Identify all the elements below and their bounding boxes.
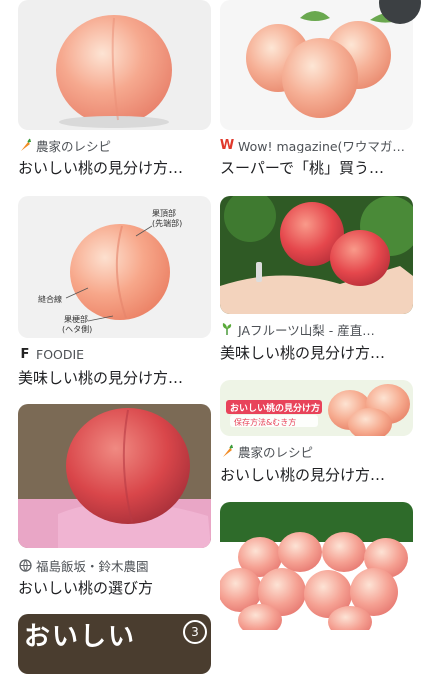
result-image[interactable] bbox=[220, 196, 413, 314]
diagram-label-top: 果頂部 bbox=[152, 208, 176, 218]
result-source[interactable]: 福島飯坂・鈴木農園 bbox=[18, 557, 211, 573]
banner-text-2: 保存方法&むき方 bbox=[234, 417, 296, 427]
foodie-f-icon: F bbox=[20, 346, 30, 362]
result-source-label: Wow! magazine(ワウマガ… bbox=[238, 138, 405, 154]
result-source-label: 農家のレシピ bbox=[36, 138, 112, 154]
result-title[interactable]: スーパーで「桃」買う… bbox=[220, 157, 413, 178]
globe-icon bbox=[18, 558, 32, 572]
diagram-label-bottom: 果梗部 bbox=[64, 314, 88, 324]
result-source-label: JAフルーツ山梨 - 産直… bbox=[238, 322, 375, 338]
wow-w-icon: W bbox=[220, 137, 235, 153]
sprout-icon bbox=[220, 322, 234, 336]
result-source[interactable]: F FOODIE bbox=[18, 346, 211, 362]
result-title[interactable]: おいしい桃の見分け方… bbox=[220, 464, 413, 485]
result-image[interactable] bbox=[220, 0, 413, 130]
diagram-label-top-sub: (先端部) bbox=[152, 218, 182, 228]
result-source[interactable]: JAフルーツ山梨 - 産直… bbox=[220, 321, 413, 337]
result-image[interactable] bbox=[18, 0, 211, 130]
result-image[interactable]: おいしい桃の見分け方 保存方法&むき方 bbox=[220, 380, 413, 436]
result-source[interactable]: W Wow! magazine(ワウマガ… bbox=[220, 137, 413, 154]
result-source[interactable]: 農家のレシピ bbox=[220, 443, 413, 459]
result-source-label: 福島飯坂・鈴木農園 bbox=[36, 558, 149, 574]
image-count-badge: 3 bbox=[183, 620, 207, 644]
result-title[interactable]: 美味しい桃の見分け方… bbox=[18, 367, 211, 388]
result-title[interactable]: 美味しい桃の見分け方… bbox=[220, 342, 413, 363]
banner-text-1: おいしい桃の見分け方 bbox=[230, 402, 320, 414]
result-image-text: おいしい bbox=[24, 622, 137, 652]
result-image[interactable] bbox=[220, 502, 413, 630]
result-title[interactable]: おいしい桃の選び方 bbox=[18, 577, 211, 598]
result-title[interactable]: おいしい桃の見分け方… bbox=[18, 157, 211, 178]
diagram-label-bottom-sub: (ヘタ側) bbox=[62, 324, 92, 334]
result-image[interactable]: おいしい 3 bbox=[18, 614, 211, 674]
diagram-label-side: 縫合線 bbox=[38, 294, 62, 304]
result-image[interactable] bbox=[18, 404, 211, 548]
carrot-icon bbox=[220, 444, 234, 458]
result-image[interactable]: 果頂部 (先端部) 縫合線 果梗部 (ヘタ側) bbox=[18, 196, 211, 338]
result-source-label: 農家のレシピ bbox=[238, 444, 314, 460]
result-source[interactable]: 農家のレシピ bbox=[18, 137, 211, 153]
result-source-label: FOODIE bbox=[36, 346, 85, 362]
carrot-icon bbox=[18, 138, 32, 152]
